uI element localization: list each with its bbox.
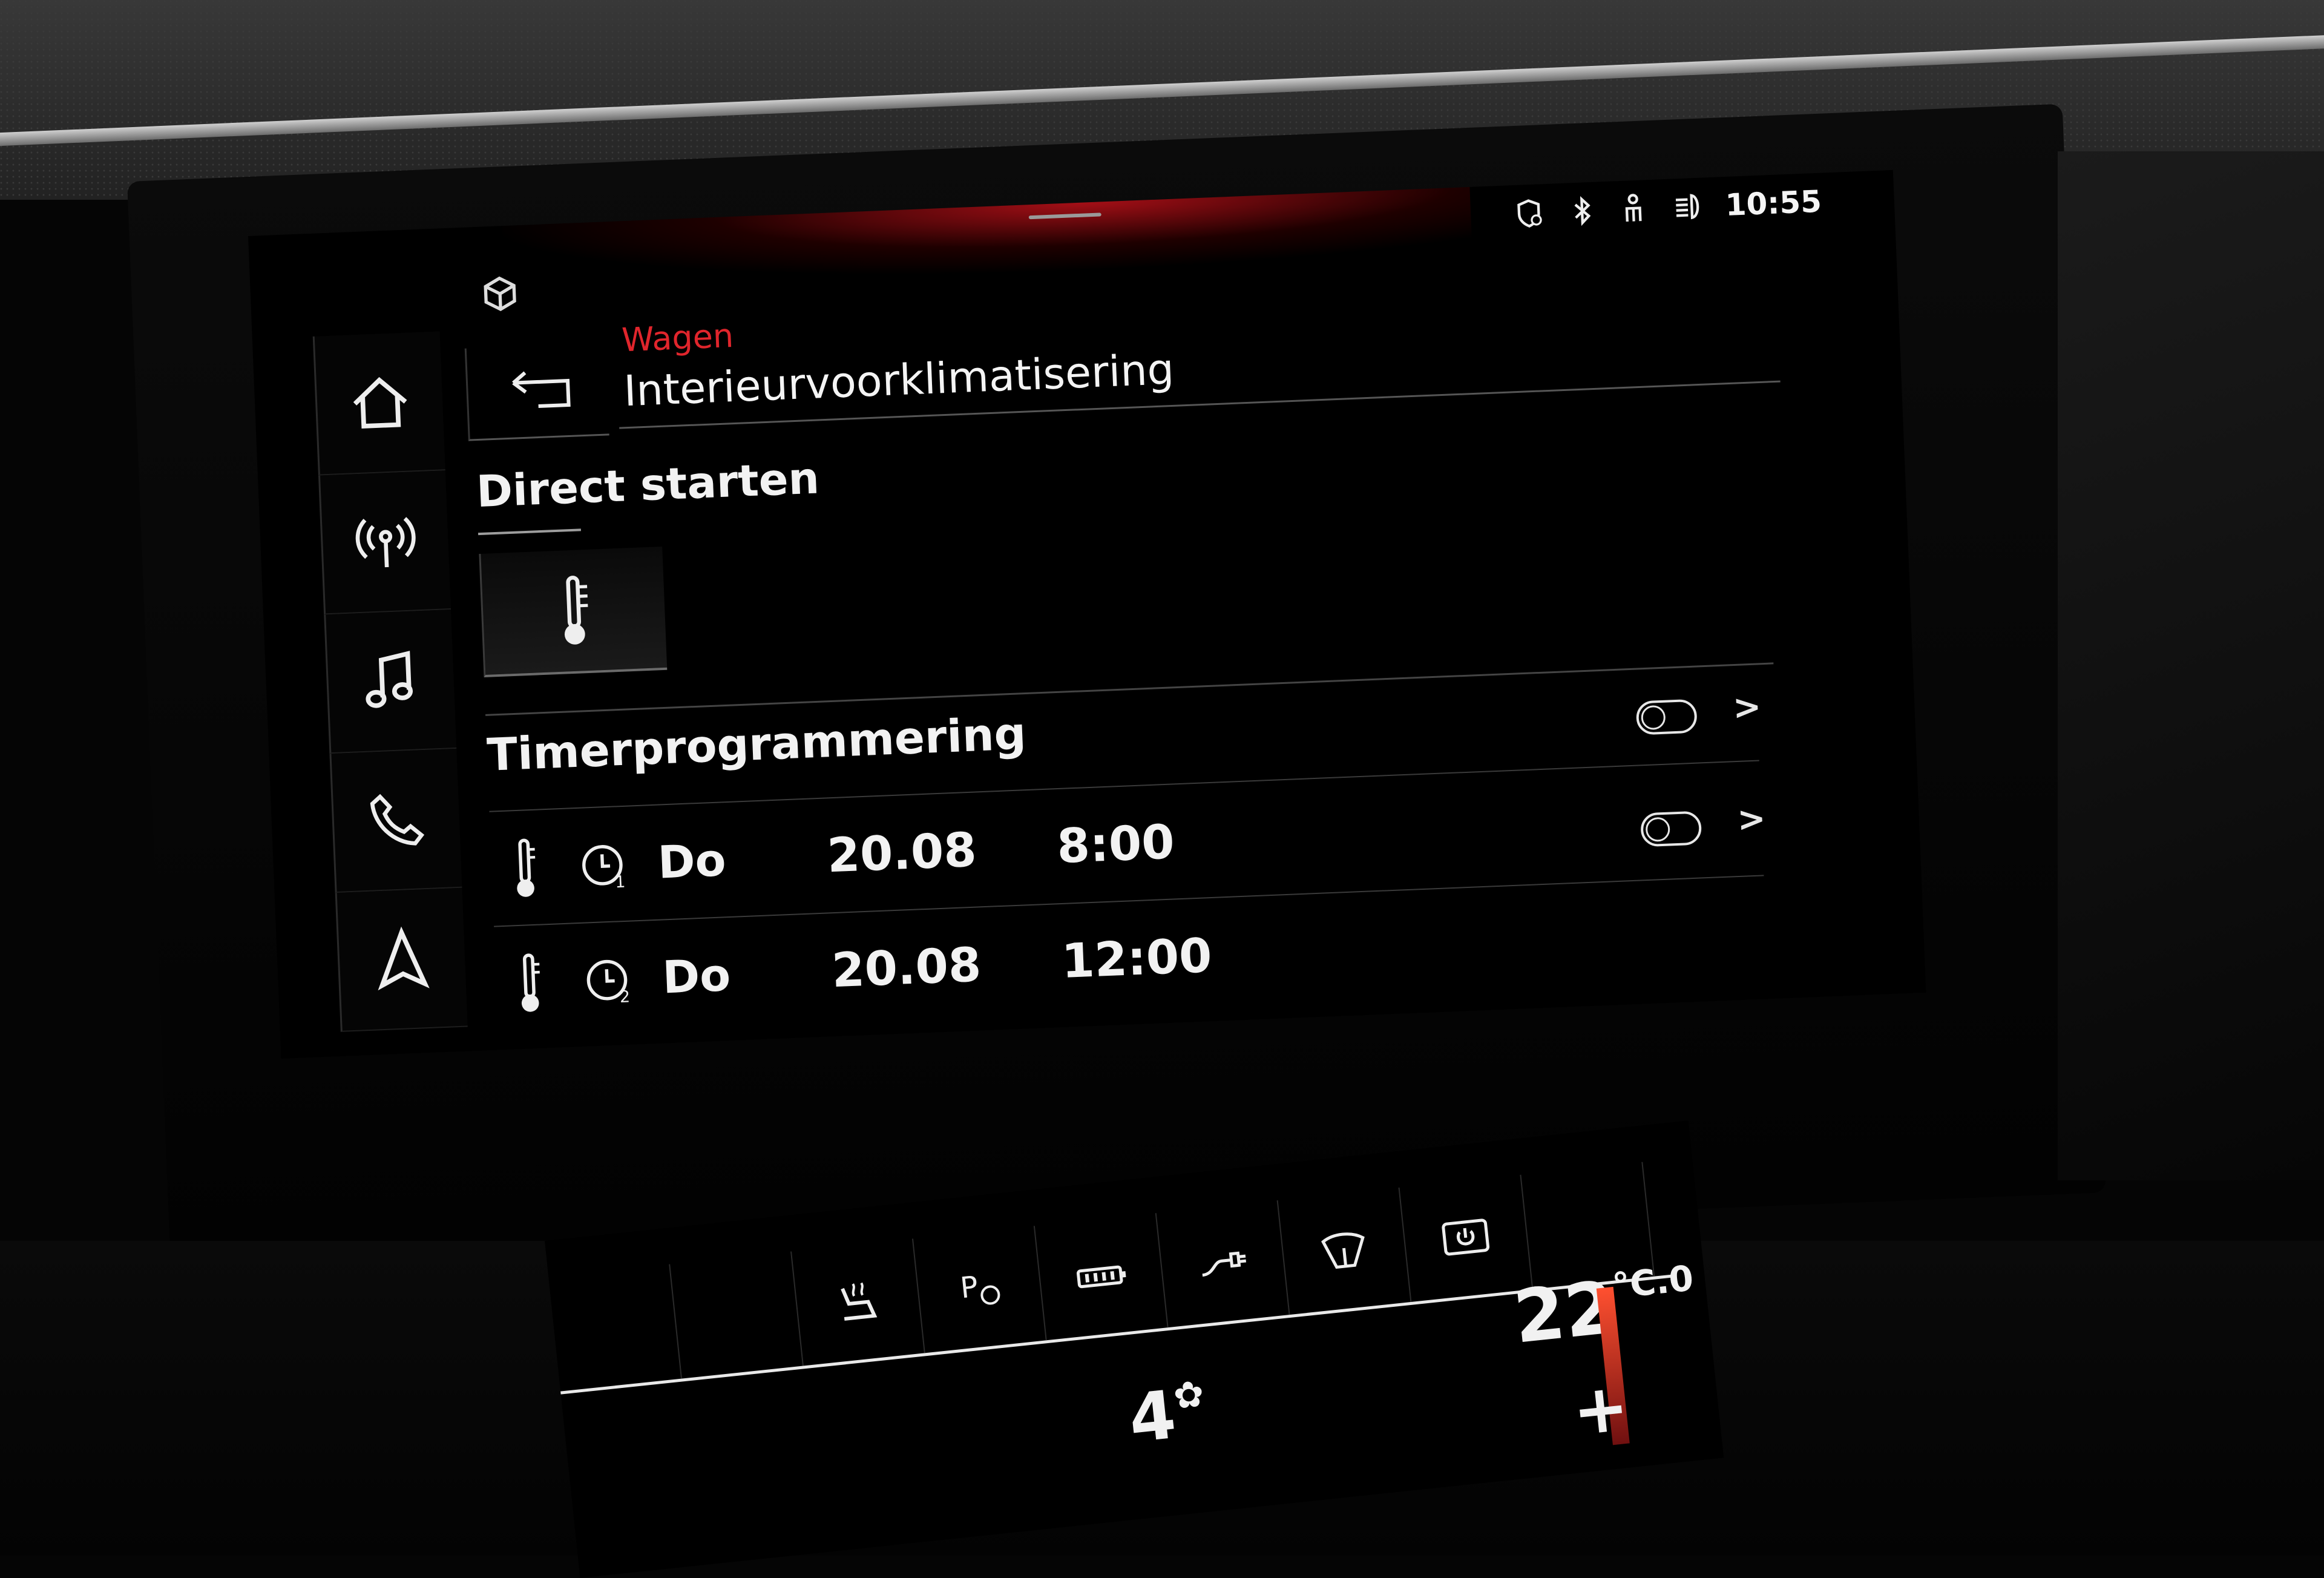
seat-heating-icon	[841, 1282, 878, 1321]
climate-empty-slot	[548, 1264, 683, 1392]
passenger-airbag-icon	[1618, 192, 1652, 226]
navigation-arrow-icon	[378, 926, 430, 991]
seat-heating-button[interactable]	[792, 1238, 925, 1366]
rear-wiper-icon	[1321, 1232, 1365, 1269]
timer-1-chevron-icon[interactable]: >	[1732, 687, 1762, 728]
svg-text:2: 2	[619, 987, 630, 1007]
fan-icon: ✿	[1171, 1372, 1206, 1418]
timer-day: Do	[657, 834, 727, 889]
direct-start-label: Direct starten	[475, 452, 821, 518]
thermometer-icon	[564, 576, 588, 645]
bluetooth-icon	[1565, 194, 1599, 228]
rear-wiper-button[interactable]	[1278, 1187, 1412, 1315]
headlight-assist-icon	[1672, 189, 1705, 223]
back-arrow-icon	[512, 371, 571, 408]
dashboard-side-panel	[2058, 151, 2324, 1180]
radio-antenna-icon	[355, 517, 416, 568]
sidebar	[312, 331, 468, 1032]
timer-date: 20.08	[830, 938, 982, 999]
back-button[interactable]	[464, 343, 609, 441]
timer-day: Do	[661, 949, 732, 1004]
thermometer-icon	[517, 838, 536, 897]
section-underline	[478, 528, 582, 536]
svg-text:P: P	[959, 1270, 980, 1306]
parking-sensor-button[interactable]: P	[913, 1226, 1047, 1353]
temperature-decimal: .0	[1653, 1257, 1696, 1303]
fan-level-value: 4	[1125, 1375, 1180, 1458]
phone-icon	[370, 794, 424, 846]
home-icon	[353, 376, 407, 429]
location-shield-icon	[1512, 196, 1546, 230]
power-icon	[1442, 1218, 1490, 1256]
fan-level[interactable]: 4✿	[1125, 1373, 1210, 1458]
timer-clock-icon: 1	[582, 845, 626, 892]
temperature-increase-button[interactable]: +	[1569, 1368, 1632, 1451]
timer-1-toggle[interactable]	[1635, 699, 1698, 735]
parking-sensor-icon: P	[959, 1270, 1000, 1306]
timer-time: 12:00	[1060, 929, 1213, 989]
charge-plug-button[interactable]	[1156, 1200, 1290, 1328]
climate-empty-slot	[670, 1251, 804, 1379]
music-note-icon	[365, 651, 413, 708]
timer-clock-icon: 2	[586, 959, 631, 1007]
svg-text:1: 1	[615, 873, 626, 892]
sidebar-item-media[interactable]	[324, 610, 457, 754]
sidebar-item-navigation[interactable]	[335, 887, 468, 1032]
charge-plug-icon	[1202, 1251, 1247, 1277]
sidebar-item-radio[interactable]	[318, 470, 451, 615]
breadcrumb[interactable]: Wagen	[621, 317, 734, 359]
sidebar-item-home[interactable]	[312, 331, 445, 476]
timer-date: 20.08	[826, 823, 978, 884]
direct-start-button[interactable]	[479, 546, 668, 677]
timer-programming-label: Timerprogrammering	[486, 708, 1028, 781]
temperature-unit: °C	[1610, 1261, 1658, 1307]
status-bar: 10:55	[1512, 184, 1822, 231]
infotainment-screen: 10:55 Wagen Interieurvoorklimatisering D…	[248, 169, 1926, 1059]
clock: 10:55	[1724, 183, 1822, 223]
battery-button[interactable]	[1034, 1213, 1169, 1341]
section-divider	[485, 662, 1774, 716]
sidebar-item-phone[interactable]	[329, 748, 462, 893]
cube-icon[interactable]	[480, 274, 520, 314]
thermometer-icon	[521, 953, 540, 1012]
battery-icon	[1076, 1265, 1126, 1289]
timer-time: 8:00	[1055, 815, 1176, 875]
